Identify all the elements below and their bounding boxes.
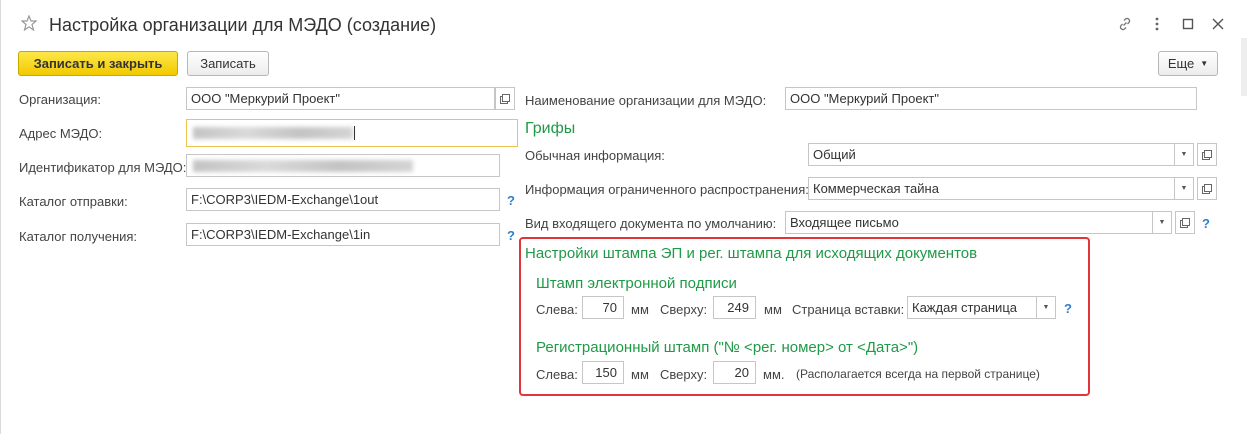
incoming-type-label: Вид входящего документа по умолчанию: <box>525 216 777 231</box>
identifier-label: Идентификатор для МЭДО: <box>19 160 187 175</box>
organization-open-button[interactable] <box>495 87 515 110</box>
send-dir-field[interactable]: F:\CORP3\IEDM-Exchange\1out <box>186 188 500 211</box>
more-vertical-icon[interactable] <box>1149 16 1165 32</box>
star-icon[interactable] <box>21 15 37 31</box>
more-button-label: Еще <box>1167 56 1195 71</box>
reg-top-label: Сверху: <box>660 367 708 382</box>
reg-top-unit: мм. <box>763 367 785 382</box>
chevron-down-icon: ▼ <box>1200 59 1209 68</box>
stamp-settings-title: Настройки штампа ЭП и рег. штампа для ис… <box>525 245 978 262</box>
reg-left-label: Слева: <box>536 367 578 382</box>
ep-page-help[interactable]: ? <box>1064 301 1072 316</box>
chevron-down-icon: ▼ <box>1158 219 1166 226</box>
restricted-info-open-button[interactable] <box>1197 177 1217 200</box>
grify-title: Грифы <box>525 120 576 137</box>
identifier-field[interactable] <box>186 154 500 177</box>
ep-top-unit: мм <box>764 302 782 317</box>
normal-info-dropdown-button[interactable]: ▼ <box>1174 143 1194 166</box>
restricted-info-select[interactable]: Коммерческая тайна <box>808 177 1175 200</box>
incoming-type-help[interactable]: ? <box>1202 216 1210 231</box>
restricted-info-label: Информация ограниченного распространения… <box>525 182 809 197</box>
scrollbar[interactable] <box>1241 38 1247 96</box>
open-icon <box>1202 183 1212 194</box>
redacted-value <box>193 127 353 139</box>
close-icon[interactable] <box>1210 16 1226 32</box>
address-label: Адрес МЭДО: <box>19 126 103 141</box>
recv-dir-label: Каталог получения: <box>19 229 138 244</box>
redacted-value <box>193 160 413 172</box>
incoming-type-open-button[interactable] <box>1175 211 1195 234</box>
chevron-down-icon: ▼ <box>1180 151 1188 158</box>
open-icon <box>500 93 510 104</box>
chevron-down-icon: ▼ <box>1042 304 1050 311</box>
recv-dir-help[interactable]: ? <box>507 228 515 243</box>
organization-label: Организация: <box>19 92 102 107</box>
more-button[interactable]: Еще ▼ <box>1158 51 1218 76</box>
normal-info-open-button[interactable] <box>1197 143 1217 166</box>
send-dir-help[interactable]: ? <box>507 193 515 208</box>
ep-top-label: Сверху: <box>660 302 708 317</box>
maximize-icon[interactable] <box>1180 16 1196 32</box>
ep-page-label: Страница вставки: <box>792 302 905 317</box>
open-icon <box>1180 217 1190 228</box>
ep-left-unit: мм <box>631 302 649 317</box>
ep-stamp-title: Штамп электронной подписи <box>536 275 737 292</box>
title-bar: Настройка организации для МЭДО (создание… <box>1 0 1247 44</box>
open-icon <box>1202 149 1212 160</box>
save-and-close-button[interactable]: Записать и закрыть <box>18 51 178 76</box>
send-dir-label: Каталог отправки: <box>19 194 128 209</box>
address-field[interactable] <box>186 119 518 147</box>
recv-dir-field[interactable]: F:\CORP3\IEDM-Exchange\1in <box>186 223 500 246</box>
org-name-label: Наименование организации для МЭДО: <box>525 93 767 108</box>
ep-page-dropdown-button[interactable]: ▼ <box>1036 296 1056 319</box>
reg-top-field[interactable]: 20 <box>713 361 756 384</box>
restricted-info-dropdown-button[interactable]: ▼ <box>1174 177 1194 200</box>
incoming-type-dropdown-button[interactable]: ▼ <box>1152 211 1172 234</box>
reg-stamp-note: (Располагается всегда на первой странице… <box>796 367 1040 381</box>
settings-window: Настройка организации для МЭДО (создание… <box>0 0 1247 434</box>
text-caret <box>354 126 355 140</box>
incoming-type-select[interactable]: Входящее письмо <box>785 211 1153 234</box>
save-button[interactable]: Записать <box>187 51 269 76</box>
ep-left-label: Слева: <box>536 302 578 317</box>
ep-left-field[interactable]: 70 <box>582 296 624 319</box>
link-icon[interactable] <box>1117 16 1133 32</box>
window-title: Настройка организации для МЭДО (создание… <box>49 15 437 35</box>
reg-stamp-title: Регистрационный штамп ("№ <рег. номер> о… <box>536 339 919 356</box>
organization-field[interactable]: ООО "Меркурий Проект" <box>186 87 495 110</box>
chevron-down-icon: ▼ <box>1180 185 1188 192</box>
reg-left-unit: мм <box>631 367 649 382</box>
ep-top-field[interactable]: 249 <box>713 296 756 319</box>
ep-page-select[interactable]: Каждая страница <box>907 296 1037 319</box>
normal-info-select[interactable]: Общий <box>808 143 1175 166</box>
normal-info-label: Обычная информация: <box>525 148 665 163</box>
reg-left-field[interactable]: 150 <box>582 361 624 384</box>
org-name-field[interactable]: ООО "Меркурий Проект" <box>785 87 1197 110</box>
